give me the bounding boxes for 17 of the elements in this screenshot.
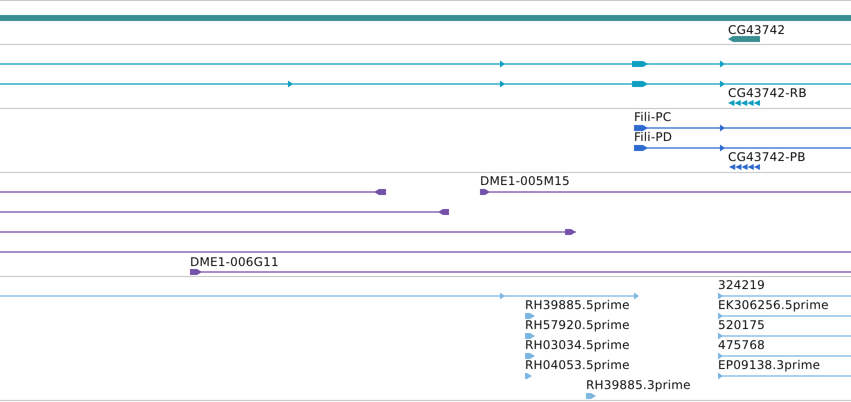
feature-label: RH39885.3prime [586, 378, 691, 392]
feature-label: RH39885.5prime [525, 298, 630, 312]
feature-label: EK306256.5prime [718, 298, 829, 312]
feature-label: CG43742-RB [728, 86, 807, 100]
feature-label: DME1-006G11 [190, 255, 279, 269]
feature-label: RH04053.5prime [525, 358, 630, 372]
feature-label: 324219 [718, 278, 766, 292]
feature-label: EP09138.3prime [718, 358, 820, 372]
feature-label: RH03034.5prime [525, 338, 630, 352]
feature-label: 520175 [718, 318, 766, 332]
feature-label: CG43742-PB [728, 150, 806, 164]
feature-label: Fili-PC [634, 110, 672, 124]
feature-label: CG43742 [728, 23, 786, 37]
feature-label: DME1-005M15 [480, 174, 570, 188]
feature-label: Fili-PD [634, 130, 672, 144]
feature-label: 475768 [718, 338, 766, 352]
feature-label: RH57920.5prime [525, 318, 630, 332]
